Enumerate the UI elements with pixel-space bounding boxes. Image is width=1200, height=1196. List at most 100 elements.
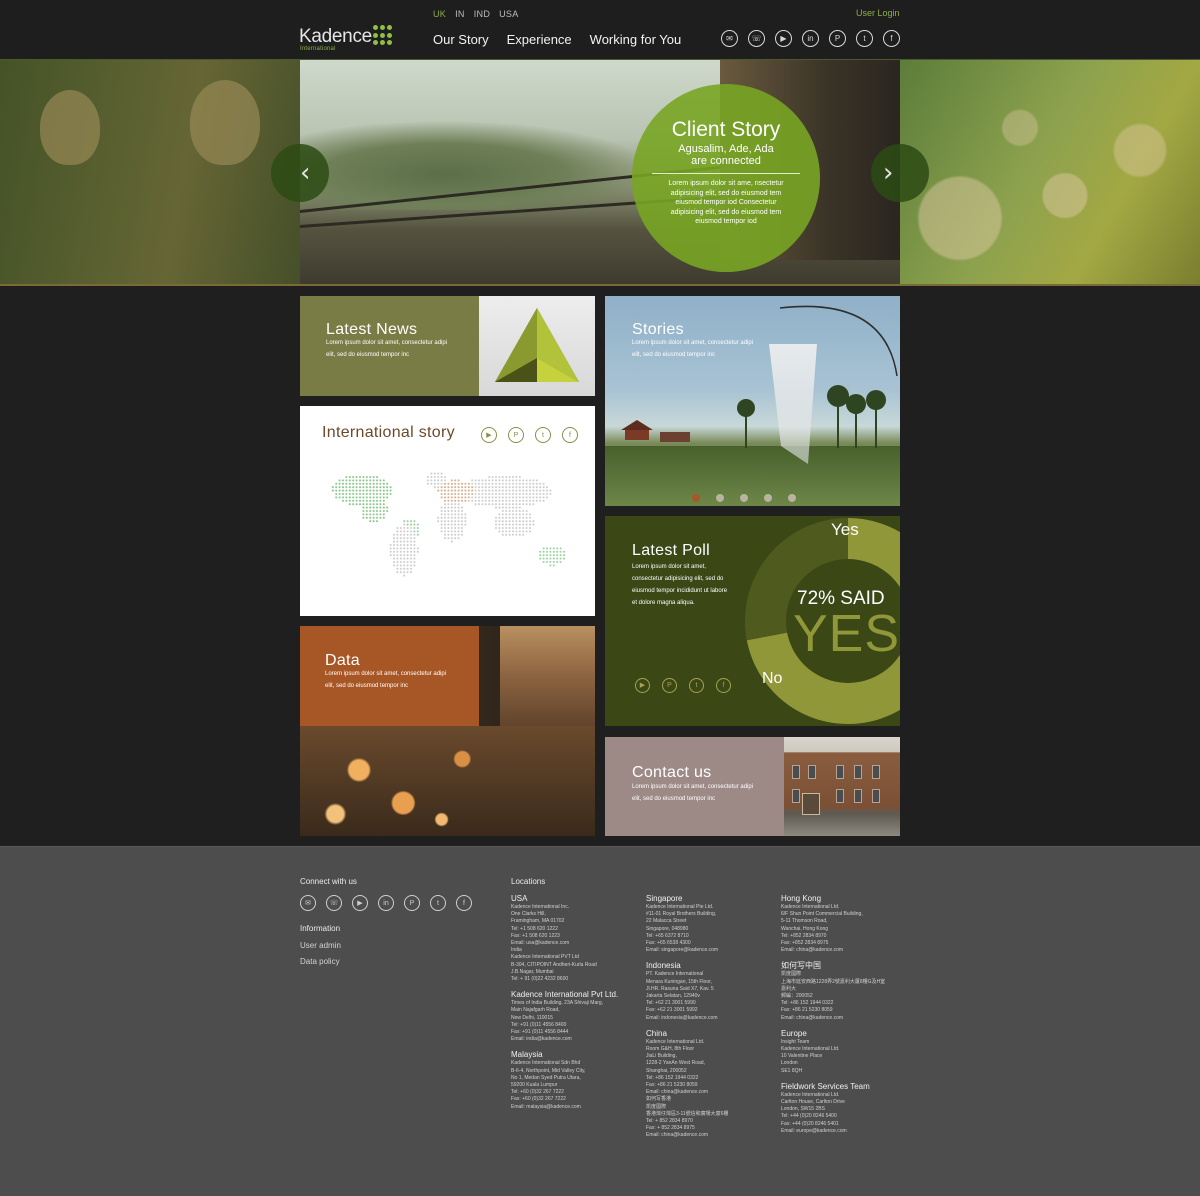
international-story-title: International story xyxy=(322,424,455,441)
location-name: Indonesia xyxy=(646,961,681,971)
pinterest-icon[interactable]: P xyxy=(508,427,524,443)
linkedin-icon[interactable]: in xyxy=(378,895,394,911)
latest-poll-tile[interactable]: Latest Poll Lorem ipsum dolor sit amet, … xyxy=(605,516,900,726)
location-line: London xyxy=(781,1060,798,1067)
email-icon[interactable]: ✉ xyxy=(300,895,316,911)
contact-us-tile[interactable]: Contact us Lorem ipsum dolor sit amet, c… xyxy=(605,737,900,836)
facebook-icon[interactable]: f xyxy=(716,678,731,693)
twitter-icon[interactable]: t xyxy=(856,30,873,47)
youtube-icon[interactable]: ▶ xyxy=(481,427,497,443)
locations-column-3: Hong Kong Kadence International Ltd. 6/F S… xyxy=(781,894,911,1142)
location-name: Kadence International Pvt Ltd. xyxy=(511,990,619,1000)
region-ind[interactable]: IND xyxy=(474,9,490,19)
location-line: Jl.HR. Rasuna Said X7, Kav. 5 xyxy=(646,985,714,992)
location-line: B-6-4, Northpoint, Mid Valley City, xyxy=(511,1067,586,1074)
location-line: Tel: +86 152 1944 0322 xyxy=(646,1074,699,1081)
location-line: Kadence International Ltd. xyxy=(781,904,840,910)
pinterest-icon[interactable]: P xyxy=(662,678,677,693)
linkedin-icon[interactable]: in xyxy=(802,30,819,47)
phone-icon[interactable]: ☏ xyxy=(326,895,342,911)
phone-icon[interactable]: ☏ xyxy=(748,30,765,47)
poll-yes-label: Yes xyxy=(831,520,859,539)
stories-text: Lorem ipsum dolor sit amet, consectetur … xyxy=(632,340,754,358)
location-line: Email: china@kadence.com xyxy=(781,1014,844,1021)
youtube-icon[interactable]: ▶ xyxy=(775,30,792,47)
region-uk[interactable]: UK xyxy=(433,9,446,19)
location-block: Indonesia PT. Kadence International Menara… xyxy=(646,961,776,1021)
user-admin-link[interactable]: User admin xyxy=(300,941,341,950)
facebook-icon[interactable]: f xyxy=(883,30,900,47)
pinterest-icon[interactable]: P xyxy=(404,895,420,911)
carousel-next-button[interactable]: › xyxy=(871,144,929,202)
logo-dots-icon xyxy=(373,25,394,46)
user-login-link[interactable]: User Login xyxy=(856,8,900,18)
location-line: 嘉利大 xyxy=(781,985,797,992)
client-story-badge[interactable]: Client Story Agusalim, Ade, Ada are conn… xyxy=(632,84,820,272)
international-social-links: ▶ P t f xyxy=(481,427,578,443)
location-line: 凯度國際 xyxy=(646,1103,667,1110)
international-story-tile[interactable]: International story ▶ P t f xyxy=(300,406,595,616)
youtube-icon[interactable]: ▶ xyxy=(635,678,650,693)
kadence-logo[interactable]: Kadence International xyxy=(299,24,409,54)
location-line: Tel: +86 152 1944 0322 xyxy=(781,1000,834,1007)
location-line: Kadence International Pte Ltd. xyxy=(646,904,714,910)
location-line: Framingham, MA 01702 xyxy=(511,918,565,925)
nav-our-story[interactable]: Our Story xyxy=(433,32,489,47)
logo-subtext: International xyxy=(300,46,336,52)
pinterest-icon[interactable]: P xyxy=(829,30,846,47)
contact-us-text: Lorem ipsum dolor sit amet, consectetur … xyxy=(632,784,754,802)
location-name: USA xyxy=(511,894,528,903)
nav-experience[interactable]: Experience xyxy=(507,32,572,47)
email-icon[interactable]: ✉ xyxy=(721,30,738,47)
location-name: Hong Kong xyxy=(781,894,822,903)
location-line: New Delhi, 110015 xyxy=(511,1014,553,1021)
pagination-dot[interactable] xyxy=(716,494,724,502)
data-tile[interactable]: Data Lorem ipsum dolor sit amet, consect… xyxy=(300,626,595,836)
facebook-icon[interactable]: f xyxy=(562,427,578,443)
connect-heading: Connect with us xyxy=(300,877,357,886)
pagination-dot[interactable] xyxy=(764,494,772,502)
divider xyxy=(652,173,800,174)
location-line: Tel: +60 (0)32 267 7222 xyxy=(511,1089,564,1096)
location-line: 1228-2 YanAn West Road, xyxy=(646,1060,705,1067)
nav-working-for-you[interactable]: Working for You xyxy=(590,32,682,47)
location-block: 如何写中国 凯度國際 上海市延安西路1228弄2號嘉利大厦8樓G及H室 嘉利大 郵編：2… xyxy=(781,961,911,1021)
location-line: 如何写香港 xyxy=(646,1096,672,1103)
pagination-dot[interactable] xyxy=(740,494,748,502)
region-usa[interactable]: USA xyxy=(499,9,518,19)
location-line: 5-11 Thomson Road, xyxy=(781,918,828,925)
location-line: Tel: +44 (0)20 8246 5400 xyxy=(781,1113,837,1120)
region-in[interactable]: IN xyxy=(455,9,465,19)
location-line: Carlton House, Carlton Drive xyxy=(781,1099,845,1106)
dotted-world-map xyxy=(331,472,566,577)
pagination-dot[interactable] xyxy=(692,494,700,502)
location-line: 郵編：200052 xyxy=(781,993,813,1000)
location-line: Jakarta Selatan, 12940v xyxy=(646,993,700,1000)
site-footer: Connect with us ✉ ☏ ▶ in P t f Informati… xyxy=(0,846,1200,1196)
hero-prev-slide-image xyxy=(0,60,300,284)
carousel-prev-button[interactable]: ‹ xyxy=(271,144,329,202)
stories-pagination xyxy=(692,494,796,502)
location-line: B-304, CITIPOINT Andheri-Kurla Road xyxy=(511,961,597,968)
location-line: Menara Kuningan, 15th Floor, xyxy=(646,978,712,985)
location-line: Fax: +1 508 620 1223 xyxy=(511,932,560,939)
location-name: Europe xyxy=(781,1028,807,1038)
region-selector: UK IN IND USA xyxy=(433,9,519,19)
twitter-icon[interactable]: t xyxy=(535,427,551,443)
twitter-icon[interactable]: t xyxy=(689,678,704,693)
stories-tile[interactable]: Stories Lorem ipsum dolor sit amet, cons… xyxy=(605,296,900,506)
facebook-icon[interactable]: f xyxy=(456,895,472,911)
location-block: Fieldwork Services Team Kadence Internati… xyxy=(781,1082,911,1135)
location-line: Insight Team xyxy=(781,1038,810,1045)
youtube-icon[interactable]: ▶ xyxy=(352,895,368,911)
location-line: 香港灣仔灣區3-11號信和廣場大廈6樓 xyxy=(646,1110,729,1117)
location-line: Email: india@kadence.com xyxy=(511,1036,572,1043)
twitter-icon[interactable]: t xyxy=(430,895,446,911)
location-line: Kadence International Ltd. xyxy=(646,1038,705,1045)
data-policy-link[interactable]: Data policy xyxy=(300,957,340,966)
latest-news-tile[interactable]: Latest News Lorem ipsum dolor sit amet, … xyxy=(300,296,595,396)
pagination-dot[interactable] xyxy=(788,494,796,502)
footer-social-links: ✉ ☏ ▶ in P t f xyxy=(300,895,472,911)
location-line: India xyxy=(511,947,522,954)
location-line: Fax: +60 (0)32 267 7222 xyxy=(511,1096,566,1103)
